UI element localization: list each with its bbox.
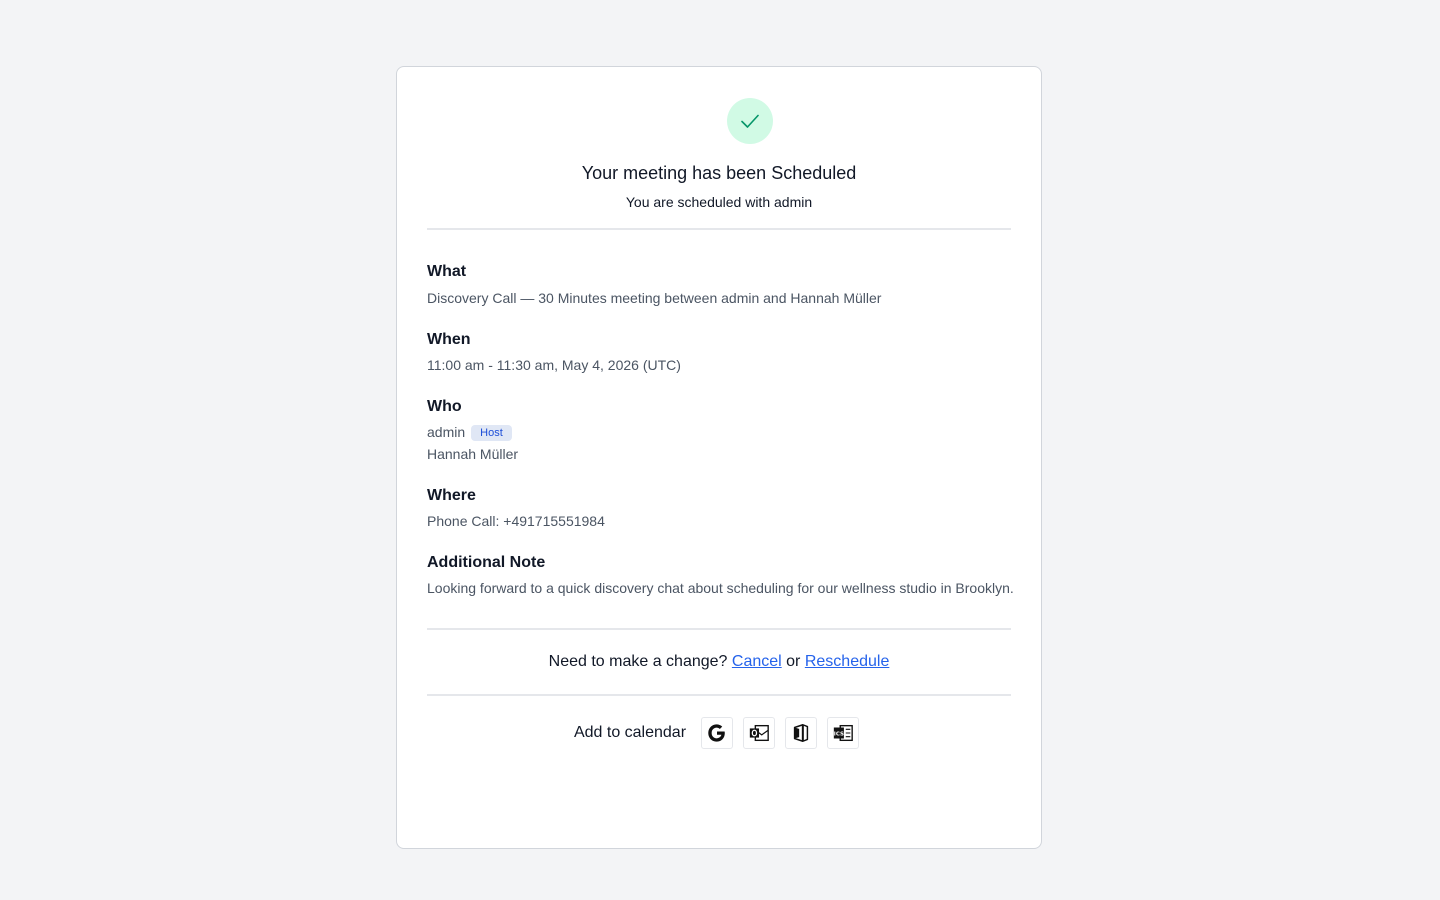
google-calendar-button[interactable] xyxy=(701,717,734,749)
check-icon xyxy=(741,114,759,128)
cancel-link[interactable]: Cancel xyxy=(732,653,782,670)
host-badge: Host xyxy=(471,425,512,441)
success-badge xyxy=(727,98,773,144)
outlook-calendar-icon xyxy=(749,724,769,742)
divider xyxy=(427,694,1011,696)
note-value: Looking forward to a quick discovery cha… xyxy=(427,580,1014,596)
where-label: Where xyxy=(427,487,476,504)
where-value: Phone Call: +491715551984 xyxy=(427,513,605,529)
add-to-calendar-label: Add to calendar xyxy=(573,724,687,741)
what-value: Discovery Call — 30 Minutes meeting betw… xyxy=(427,290,882,306)
who-label: Who xyxy=(427,398,462,415)
google-calendar-icon xyxy=(708,724,725,742)
what-label: What xyxy=(427,263,467,280)
change-row: Need to make a change? Cancel or Resched… xyxy=(427,653,1011,671)
who-attendee: Hannah Müller xyxy=(427,446,519,462)
ics-download-icon: ICS xyxy=(834,724,853,742)
page-title: Your meeting has been Scheduled xyxy=(581,163,857,183)
office365-calendar-icon xyxy=(793,724,809,742)
svg-text:ICS: ICS xyxy=(834,731,844,737)
ics-download-button[interactable]: ICS xyxy=(827,717,860,749)
divider xyxy=(427,628,1011,630)
outlook-calendar-button[interactable] xyxy=(743,717,776,749)
page-subtitle: You are scheduled with admin xyxy=(625,194,813,210)
note-label: Additional Note xyxy=(427,554,546,571)
add-to-calendar-row: Add to calendar ICS xyxy=(427,717,1011,749)
divider xyxy=(427,228,1011,230)
when-label: When xyxy=(427,331,471,348)
who-host: admin Host xyxy=(427,424,512,441)
reschedule-link[interactable]: Reschedule xyxy=(805,653,890,670)
office365-calendar-button[interactable] xyxy=(785,717,818,749)
host-name: admin xyxy=(427,424,466,440)
change-prompt: Need to make a change? xyxy=(548,653,728,670)
booking-confirmation-card: Your meeting has been Scheduled You are … xyxy=(396,66,1042,849)
or-text: or xyxy=(786,653,801,670)
when-value: 11:00 am - 11:30 am, May 4, 2026 (UTC) xyxy=(427,357,681,373)
